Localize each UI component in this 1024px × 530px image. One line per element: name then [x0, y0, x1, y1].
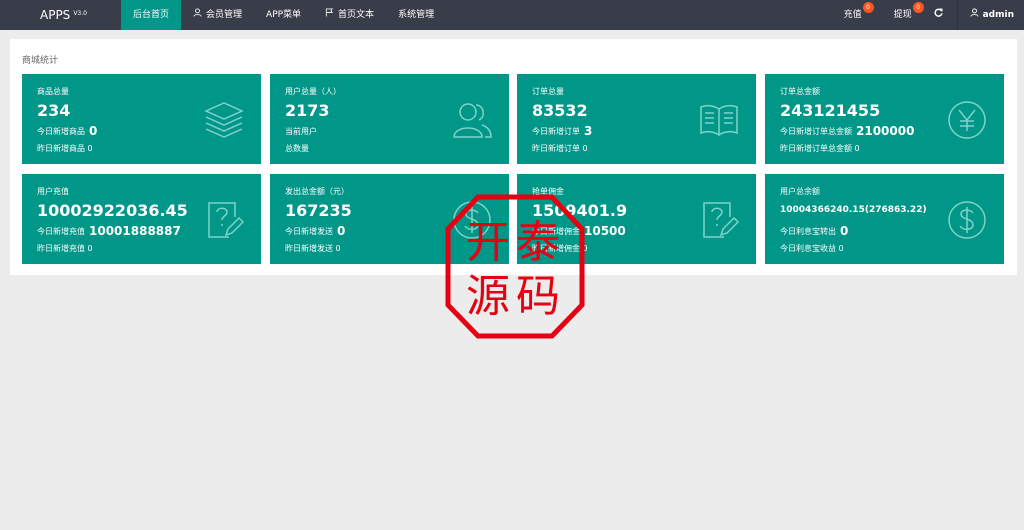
card-yesterday: 昨日新增订单 0: [532, 144, 588, 153]
stat-card-balance[interactable]: 用户总余额 10004366240.15(276863.22) 今日利息宝转出 0…: [765, 174, 1004, 264]
card-today: 今日新增发送 0: [285, 224, 345, 238]
nav-item-label: APP菜单: [266, 10, 302, 20]
recharge-label: 充值: [843, 10, 862, 20]
app-version: V3.0: [73, 10, 87, 17]
card-today: 今日新增商品 0: [37, 124, 97, 138]
card-label: 发出总金额（元）: [285, 187, 349, 196]
card-label: 订单总金额: [780, 87, 820, 96]
card-yesterday: 昨日新增订单总金额 0: [780, 144, 860, 153]
user-icon: [970, 0, 979, 30]
today-value: 10500: [584, 224, 626, 238]
today-value: 0: [840, 224, 849, 238]
top-navbar: APPSV3.0 后台首页 会员管理 APP菜单 首页文本 系统管理 充值 0: [0, 0, 1024, 30]
yen-icon: [946, 99, 988, 141]
user-icon: [193, 0, 202, 30]
nav-item-app-menu[interactable]: APP菜单: [254, 0, 313, 30]
user-menu[interactable]: admin: [956, 0, 1024, 30]
edit-note-icon: [203, 199, 245, 241]
nav-item-dashboard[interactable]: 后台首页: [121, 0, 182, 30]
users-icon: [451, 99, 493, 141]
edit-note-icon: [698, 199, 740, 241]
nav-item-label: 会员管理: [206, 10, 243, 20]
today-label: 今日新增订单总金额: [780, 127, 852, 136]
card-value: 10002922036.45: [37, 201, 188, 220]
card-today: 今日新增充值 10001888887: [37, 224, 181, 238]
layers-icon: [203, 99, 245, 141]
today-label: 今日新增充值: [37, 227, 85, 236]
today-value: 0: [337, 224, 346, 238]
stat-card-recharge[interactable]: 用户充值 10002922036.45 今日新增充值 10001888887 昨日…: [22, 174, 261, 264]
card-label: 用户总量（人）: [285, 87, 341, 96]
today-value: 10001888887: [89, 224, 181, 238]
stat-card-orders[interactable]: 订单总量 83532 今日新增订单 3 昨日新增订单 0: [517, 74, 756, 164]
card-label: 商品总量: [37, 87, 69, 96]
user-name: admin: [982, 10, 1014, 20]
today-value: 3: [584, 124, 593, 138]
card-label: 用户充值: [37, 187, 69, 196]
nav-item-members[interactable]: 会员管理: [181, 0, 254, 30]
stat-card-products[interactable]: 商品总量 234 今日新增商品 0 昨日新增商品 0: [22, 74, 261, 164]
stat-card-users[interactable]: 用户总量（人） 2173 当前用户 总数量: [270, 74, 509, 164]
card-label: 订单总量: [532, 87, 564, 96]
section-title: 商城统计: [22, 56, 59, 66]
stamp-char-4: 码: [516, 271, 560, 322]
today-label: 当前用户: [285, 127, 317, 136]
flag-icon: [325, 0, 334, 30]
withdraw-badge: 0: [912, 2, 924, 13]
card-value: 2173: [285, 101, 330, 120]
today-label: 今日新增发送: [285, 227, 333, 236]
card-today: 今日新增订单 3: [532, 124, 592, 138]
recharge-badge: 0: [862, 2, 874, 13]
stamp-char-3: 源: [466, 271, 510, 322]
today-label: 今日新增订单: [532, 127, 580, 136]
book-icon: [698, 99, 740, 141]
nav-item-system[interactable]: 系统管理: [386, 0, 446, 30]
stat-card-order-amount[interactable]: 订单总金额 243121455 今日新增订单总金额 2100000 昨日新增订单总…: [765, 74, 1004, 164]
card-label: 用户总余额: [780, 187, 820, 196]
card-today: 今日利息宝转出 0: [780, 224, 848, 238]
refresh-button[interactable]: [926, 0, 957, 30]
card-yesterday: 昨日新增充值 0: [37, 244, 93, 253]
card-yesterday: 昨日新增商品 0: [37, 144, 93, 153]
app-logo[interactable]: APPS V3.0: [40, 8, 87, 22]
nav-item-label: 首页文本: [338, 10, 375, 20]
stamp-char-2: 泰: [516, 217, 560, 268]
dollar-icon: [946, 199, 988, 241]
card-total-label: 总数量: [285, 144, 309, 153]
main-nav: 后台首页 会员管理 APP菜单 首页文本 系统管理: [121, 0, 446, 30]
card-value: 167235: [285, 201, 352, 220]
withdraw-label: 提现: [893, 10, 912, 20]
card-today: 今日新增订单总金额 2100000: [780, 124, 914, 138]
recharge-link[interactable]: 充值 0: [832, 0, 874, 30]
stamp-char-1: 开: [466, 217, 510, 268]
card-interest: 今日利息宝收益 0: [780, 244, 844, 253]
watermark-stamp: 开 泰 源 码: [444, 193, 586, 340]
nav-item-label: 系统管理: [398, 10, 435, 20]
header-right-menu: 充值 0 提现 0 admin: [832, 0, 1024, 30]
app-name: APPS: [40, 8, 71, 22]
today-label: 今日新增商品: [37, 127, 85, 136]
card-today: 当前用户: [285, 124, 321, 138]
today-value: 0: [89, 124, 98, 138]
card-yesterday: 昨日新增发送 0: [285, 244, 341, 253]
card-value: 234: [37, 101, 71, 120]
refresh-icon: [934, 0, 943, 30]
nav-item-home-text[interactable]: 首页文本: [313, 0, 386, 30]
today-label: 今日利息宝转出: [780, 227, 836, 236]
card-value: 10004366240.15(276863.22): [780, 205, 927, 215]
card-value: 243121455: [780, 101, 881, 120]
today-value: 2100000: [856, 124, 915, 138]
nav-item-label: 后台首页: [133, 10, 170, 20]
withdraw-link[interactable]: 提现 0: [882, 0, 924, 30]
card-value: 83532: [532, 101, 588, 120]
